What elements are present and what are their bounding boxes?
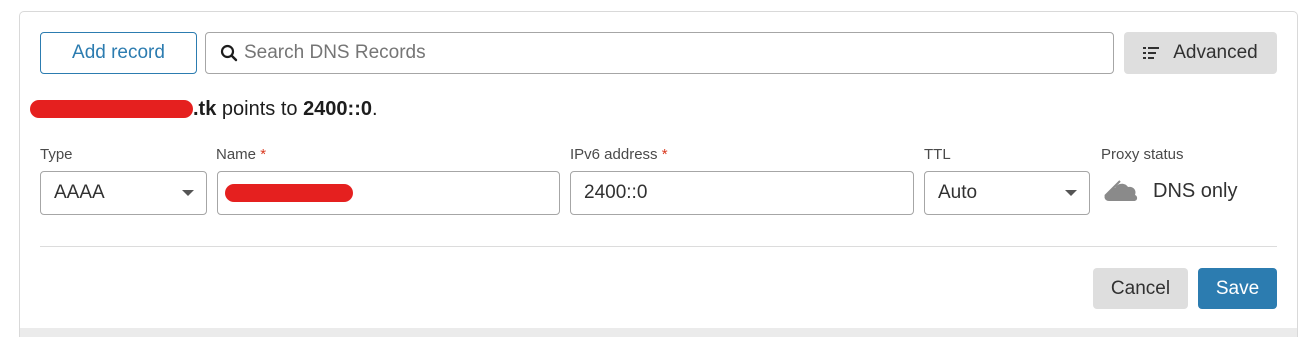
search-icon — [220, 44, 238, 62]
name-input[interactable] — [217, 171, 560, 215]
save-button[interactable]: Save — [1198, 268, 1277, 309]
redacted-name — [225, 184, 353, 202]
redacted-domain — [30, 100, 193, 118]
required-mark: * — [661, 146, 668, 163]
points-to-text: points to — [216, 97, 304, 120]
name-label-wrap: Name * — [216, 146, 266, 163]
ipv6-label: IPv6 address — [570, 146, 658, 163]
cloud-dns-only-icon — [1101, 177, 1138, 201]
summary-period: . — [372, 97, 378, 120]
ttl-select[interactable]: Auto — [924, 171, 1090, 215]
advanced-label: Advanced — [1173, 42, 1258, 63]
type-label: Type — [40, 146, 73, 163]
required-mark: * — [260, 146, 267, 163]
cancel-button[interactable]: Cancel — [1093, 268, 1188, 309]
add-record-button[interactable]: Add record — [40, 32, 197, 74]
ipv6-value: 2400::0 — [584, 182, 648, 203]
proxy-status-label: Proxy status — [1101, 146, 1184, 163]
name-label: Name — [216, 146, 257, 163]
proxy-status-toggle[interactable]: DNS only — [1101, 176, 1237, 206]
chevron-down-icon — [1065, 190, 1077, 196]
domain-suffix: .tk — [193, 97, 217, 120]
search-input[interactable] — [244, 34, 1113, 72]
ttl-value: Auto — [938, 182, 978, 203]
chevron-down-icon — [182, 190, 194, 196]
divider — [40, 246, 1277, 247]
type-select[interactable]: AAAA — [40, 171, 207, 215]
ttl-label: TTL — [924, 146, 951, 163]
record-summary: .tk points to 2400::0 . — [30, 96, 378, 122]
ipv6-address-input[interactable]: 2400::0 — [570, 171, 914, 215]
ipv6-label-wrap: IPv6 address * — [570, 146, 668, 163]
proxy-status-value: DNS only — [1153, 179, 1238, 202]
type-value: AAAA — [54, 182, 105, 203]
panel-footer-strip — [20, 328, 1297, 337]
list-filter-icon — [1143, 47, 1160, 59]
advanced-button[interactable]: Advanced — [1124, 32, 1277, 74]
target-address: 2400::0 — [303, 97, 372, 120]
search-box[interactable] — [205, 32, 1114, 74]
